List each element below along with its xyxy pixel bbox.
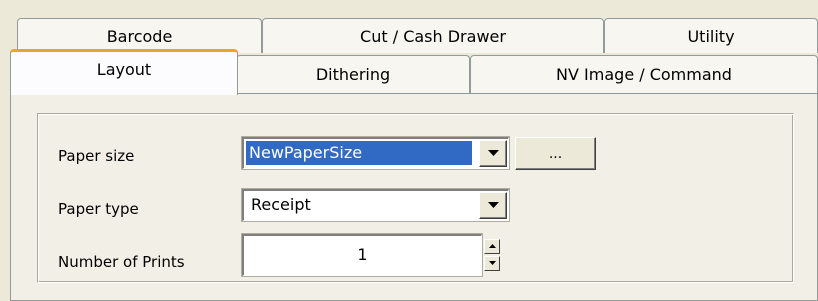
chevron-down-icon	[488, 150, 499, 156]
number-of-prints-increment[interactable]	[484, 239, 500, 254]
paper-size-label: Paper size	[58, 147, 135, 165]
number-of-prints-label: Number of Prints	[58, 253, 185, 271]
spin-up-icon	[489, 244, 496, 248]
tab-cut-cash-drawer-label: Cut / Cash Drawer	[360, 26, 506, 46]
tab-nv-image-command[interactable]: NV Image / Command	[470, 55, 818, 93]
paper-type-value: Receipt	[251, 195, 311, 214]
paper-type-label: Paper type	[58, 200, 139, 218]
tab-barcode[interactable]: Barcode	[17, 18, 262, 53]
spin-down-icon	[489, 261, 496, 265]
tab-barcode-label: Barcode	[106, 26, 173, 46]
tab-cut-cash-drawer[interactable]: Cut / Cash Drawer	[262, 18, 604, 53]
tab-layout[interactable]: Layout	[10, 49, 238, 95]
number-of-prints-decrement[interactable]	[484, 256, 500, 271]
tab-utility-label: Utility	[687, 26, 735, 46]
paper-size-browse-label: ...	[548, 145, 563, 162]
paper-type-dropdown[interactable]: Receipt	[241, 188, 510, 222]
tab-nv-image-command-label: NV Image / Command	[556, 65, 732, 84]
tab-layout-label: Layout	[96, 60, 152, 79]
paper-size-dropdown[interactable]: NewPaperSize	[241, 136, 510, 170]
paper-size-dropdown-button[interactable]	[479, 140, 507, 167]
number-of-prints-input[interactable]: 1	[241, 233, 483, 277]
paper-type-dropdown-button[interactable]	[479, 192, 507, 219]
tab-utility[interactable]: Utility	[604, 18, 818, 53]
chevron-down-icon	[488, 202, 499, 208]
paper-size-value: NewPaperSize	[246, 141, 472, 165]
tab-dithering[interactable]: Dithering	[236, 55, 470, 93]
tab-dithering-label: Dithering	[315, 65, 391, 84]
paper-size-browse-button[interactable]: ...	[515, 137, 596, 170]
